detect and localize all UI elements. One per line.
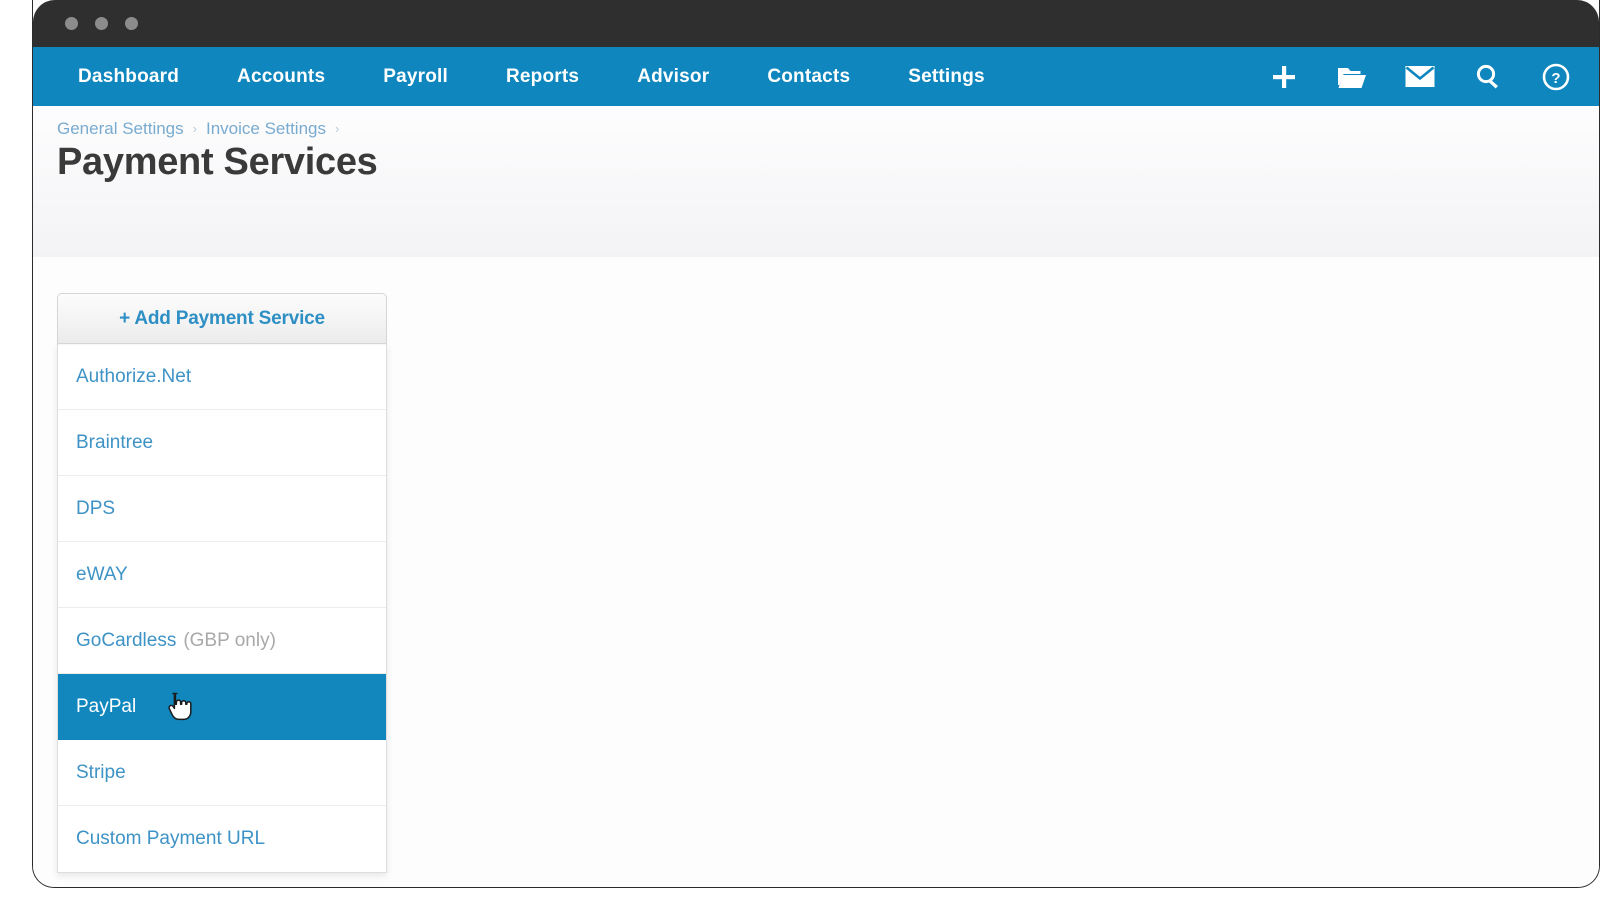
dropdown-item-label: Braintree [76,431,154,453]
nav-link-settings[interactable]: Settings [879,47,1014,106]
breadcrumb-item-invoice-settings[interactable]: Invoice Settings [206,119,326,139]
nav-link-reports[interactable]: Reports [477,47,608,106]
window-titlebar [33,0,1599,47]
svg-text:?: ? [1551,70,1560,87]
breadcrumb-separator-icon: › [192,121,197,136]
close-button[interactable] [65,17,78,30]
dropdown-item-dps[interactable]: DPS [58,476,386,542]
primary-navbar: Dashboard Accounts Payroll Reports Advis… [33,47,1599,106]
dropdown-item-paypal[interactable]: PayPal [58,674,386,740]
add-payment-service-label: + Add Payment Service [119,307,325,329]
add-payment-service-button[interactable]: + Add Payment Service [57,293,387,344]
nav-link-accounts[interactable]: Accounts [208,47,354,106]
window-controls [65,17,138,30]
dropdown-item-label: GoCardless [76,629,177,651]
breadcrumb-separator-icon: › [335,121,340,136]
nav-link-dashboard[interactable]: Dashboard [49,47,208,106]
payment-service-widget: + Add Payment Service Authorize.Net Brai… [57,293,387,873]
dropdown-item-braintree[interactable]: Braintree [58,410,386,476]
dropdown-item-label: Authorize.Net [76,365,192,387]
dropdown-item-gocardless[interactable]: GoCardless (GBP only) [58,608,386,674]
dropdown-item-authorize-net[interactable]: Authorize.Net [58,344,386,410]
nav-links: Dashboard Accounts Payroll Reports Advis… [33,47,1014,106]
breadcrumb-item-general-settings[interactable]: General Settings [57,119,184,139]
page-title: Payment Services [57,141,378,183]
mouse-cursor-pointer-icon [166,692,192,722]
breadcrumb: General Settings › Invoice Settings › [57,106,1599,139]
minimize-button[interactable] [95,17,108,30]
dropdown-item-label: Stripe [76,761,126,783]
payment-service-dropdown: Authorize.Net Braintree DPS eWAY GoCardl… [57,344,387,873]
help-icon[interactable]: ? [1541,62,1571,92]
nav-link-advisor[interactable]: Advisor [608,47,738,106]
zoom-button[interactable] [125,17,138,30]
dropdown-item-label: eWAY [76,563,128,585]
dropdown-item-label: PayPal [76,695,137,717]
nav-link-contacts[interactable]: Contacts [738,47,879,106]
folder-open-icon[interactable] [1337,62,1367,92]
nav-link-payroll[interactable]: Payroll [354,47,477,106]
nav-icon-group: ? [1269,47,1571,106]
dropdown-item-eway[interactable]: eWAY [58,542,386,608]
dropdown-item-label: DPS [76,497,116,519]
dropdown-item-label: Custom Payment URL [76,828,266,849]
plus-icon[interactable] [1269,62,1299,92]
mail-icon[interactable] [1405,62,1435,92]
app-window: Dashboard Accounts Payroll Reports Advis… [32,0,1600,888]
dropdown-item-suffix: (GBP only) [183,629,276,651]
page-header: General Settings › Invoice Settings › Pa… [33,106,1599,257]
dropdown-item-stripe[interactable]: Stripe [58,740,386,806]
content-area: + Add Payment Service Authorize.Net Brai… [33,257,1599,887]
search-icon[interactable] [1473,62,1503,92]
dropdown-item-custom-payment-url[interactable]: Custom Payment URL [58,806,386,872]
